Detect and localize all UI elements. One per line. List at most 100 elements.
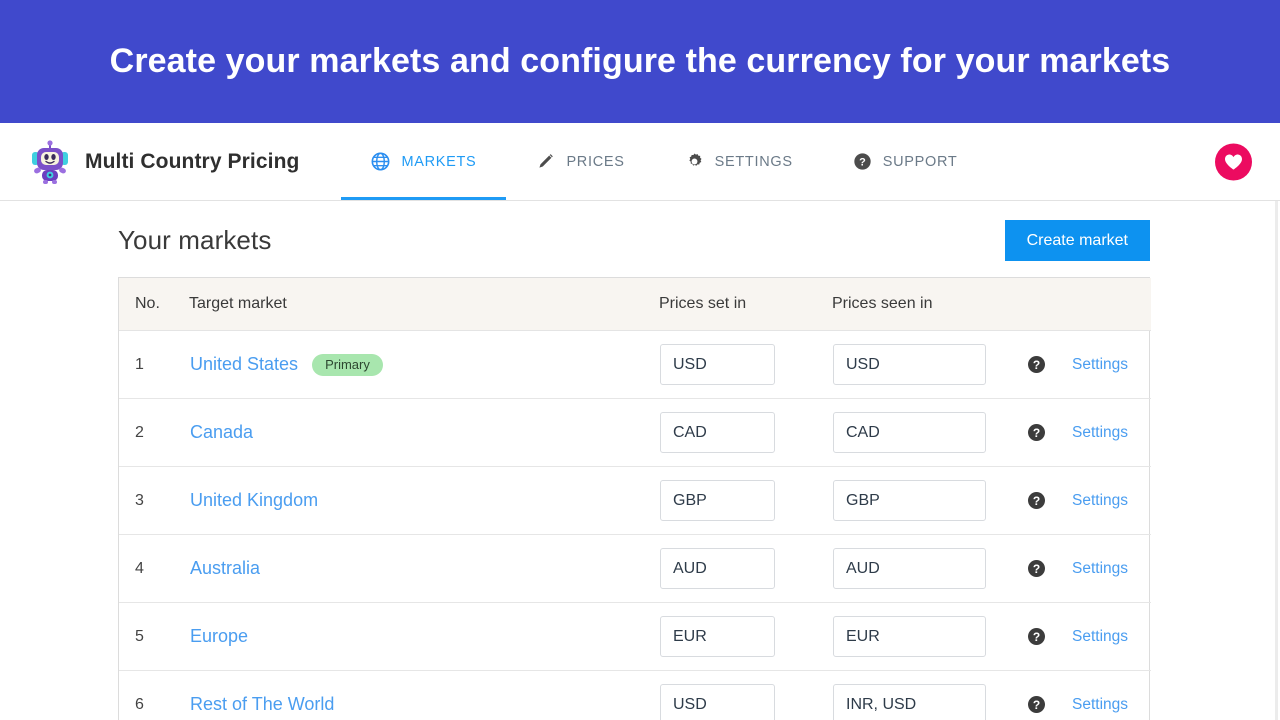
nav-label-prices: PRICES xyxy=(566,154,624,170)
prices-seen-in-cell xyxy=(832,467,1027,535)
prices-seen-in-cell xyxy=(832,671,1027,720)
prices-set-in-cell xyxy=(659,671,832,720)
page-scrollbar[interactable] xyxy=(1275,201,1278,720)
nav-label-settings: SETTINGS xyxy=(715,154,793,170)
gear-icon xyxy=(685,152,704,171)
brand-name: Multi Country Pricing xyxy=(85,150,299,174)
help-cell: ? xyxy=(1027,399,1071,467)
table-row: 6Rest of The World? Settings xyxy=(119,671,1151,720)
nav-item-prices[interactable]: PRICES xyxy=(506,123,654,200)
row-number: 6 xyxy=(119,671,189,720)
market-cell: Europe xyxy=(189,603,659,671)
brand[interactable]: Multi Country Pricing xyxy=(0,123,299,200)
row-number: 2 xyxy=(119,399,189,467)
top-navigation-bar: Multi Country Pricing MARKETS xyxy=(0,123,1280,201)
market-link[interactable]: Australia xyxy=(190,558,260,579)
create-market-button[interactable]: Create market xyxy=(1005,220,1150,261)
prices-set-in-input[interactable] xyxy=(660,616,775,657)
table-row: 2Canada? Settings xyxy=(119,399,1151,467)
prices-set-in-input[interactable] xyxy=(660,548,775,589)
heart-icon[interactable] xyxy=(1215,143,1252,180)
column-header-actions xyxy=(1071,278,1151,331)
row-settings-link[interactable]: Settings xyxy=(1072,492,1128,509)
row-settings-link[interactable]: Settings xyxy=(1072,628,1128,645)
column-header-target-market: Target market xyxy=(189,278,659,331)
row-settings-link[interactable]: Settings xyxy=(1072,356,1128,373)
prices-set-in-input[interactable] xyxy=(660,684,775,720)
actions-cell: Settings xyxy=(1071,331,1151,399)
svg-text:?: ? xyxy=(859,157,866,169)
prices-set-in-cell xyxy=(659,467,832,535)
actions-cell: Settings xyxy=(1071,467,1151,535)
prices-set-in-input[interactable] xyxy=(660,412,775,453)
row-number: 1 xyxy=(119,331,189,399)
actions-cell: Settings xyxy=(1071,399,1151,467)
prices-set-in-cell xyxy=(659,399,832,467)
prices-seen-in-input[interactable] xyxy=(833,344,986,385)
prices-seen-in-cell xyxy=(832,399,1027,467)
actions-cell: Settings xyxy=(1071,603,1151,671)
market-link[interactable]: Europe xyxy=(190,626,248,647)
nav-item-markets[interactable]: MARKETS xyxy=(341,123,506,200)
question-circle-icon[interactable]: ? xyxy=(1028,560,1045,577)
market-link[interactable]: United Kingdom xyxy=(190,490,318,511)
prices-set-in-cell xyxy=(659,603,832,671)
globe-icon xyxy=(371,152,390,171)
row-number: 3 xyxy=(119,467,189,535)
market-cell: United StatesPrimary xyxy=(189,331,659,399)
column-header-help xyxy=(1027,278,1071,331)
main-content: Your markets Create market No. Target ma… xyxy=(0,201,1280,720)
column-header-prices-set-in: Prices set in xyxy=(659,278,832,331)
question-circle-icon[interactable]: ? xyxy=(1028,492,1045,509)
prices-seen-in-input[interactable] xyxy=(833,480,986,521)
table-row: 1United StatesPrimary? Settings xyxy=(119,331,1151,399)
prices-seen-in-input[interactable] xyxy=(833,616,986,657)
row-settings-link[interactable]: Settings xyxy=(1072,560,1128,577)
prices-set-in-input[interactable] xyxy=(660,480,775,521)
nav-item-support[interactable]: ? SUPPORT xyxy=(823,123,988,200)
markets-table-container: No. Target market Prices set in Prices s… xyxy=(118,277,1150,720)
market-link[interactable]: United States xyxy=(190,354,298,375)
prices-set-in-cell xyxy=(659,331,832,399)
help-cell: ? xyxy=(1027,603,1071,671)
help-cell: ? xyxy=(1027,467,1071,535)
row-number: 4 xyxy=(119,535,189,603)
question-circle-icon: ? xyxy=(853,152,872,171)
actions-cell: Settings xyxy=(1071,671,1151,720)
help-cell: ? xyxy=(1027,671,1071,720)
prices-seen-in-cell xyxy=(832,535,1027,603)
market-link[interactable]: Canada xyxy=(190,422,253,443)
question-circle-icon[interactable]: ? xyxy=(1028,424,1045,441)
help-cell: ? xyxy=(1027,535,1071,603)
table-row: 4Australia? Settings xyxy=(119,535,1151,603)
help-cell: ? xyxy=(1027,331,1071,399)
row-settings-link[interactable]: Settings xyxy=(1072,424,1128,441)
question-circle-icon[interactable]: ? xyxy=(1028,356,1045,373)
nav-items: MARKETS PRICES SETTINGS xyxy=(341,123,987,200)
prices-set-in-input[interactable] xyxy=(660,344,775,385)
row-number: 5 xyxy=(119,603,189,671)
row-settings-link[interactable]: Settings xyxy=(1072,696,1128,713)
question-circle-icon[interactable]: ? xyxy=(1028,696,1045,713)
table-header-row: No. Target market Prices set in Prices s… xyxy=(119,278,1151,331)
question-circle-icon[interactable]: ? xyxy=(1028,628,1045,645)
nav-label-support: SUPPORT xyxy=(883,154,958,170)
actions-cell: Settings xyxy=(1071,535,1151,603)
pencil-icon xyxy=(536,152,555,171)
prices-seen-in-input[interactable] xyxy=(833,548,986,589)
markets-table-head: No. Target market Prices set in Prices s… xyxy=(119,278,1151,331)
page-title: Your markets xyxy=(118,225,271,256)
nav-item-settings[interactable]: SETTINGS xyxy=(655,123,823,200)
page-header: Your markets Create market xyxy=(118,201,1150,265)
market-link[interactable]: Rest of The World xyxy=(190,694,334,715)
robot-mascot-icon xyxy=(28,138,72,186)
column-header-prices-seen-in: Prices seen in xyxy=(832,278,1027,331)
prices-seen-in-input[interactable] xyxy=(833,412,986,453)
market-cell: Rest of The World xyxy=(189,671,659,720)
prices-seen-in-input[interactable] xyxy=(833,684,986,720)
nav-label-markets: MARKETS xyxy=(401,154,476,170)
markets-table-body: 1United StatesPrimary? Settings 2Canada? Se… xyxy=(119,331,1151,720)
table-row: 5Europe? Settings xyxy=(119,603,1151,671)
market-cell: Canada xyxy=(189,399,659,467)
banner-title: Create your markets and configure the cu… xyxy=(110,42,1171,81)
